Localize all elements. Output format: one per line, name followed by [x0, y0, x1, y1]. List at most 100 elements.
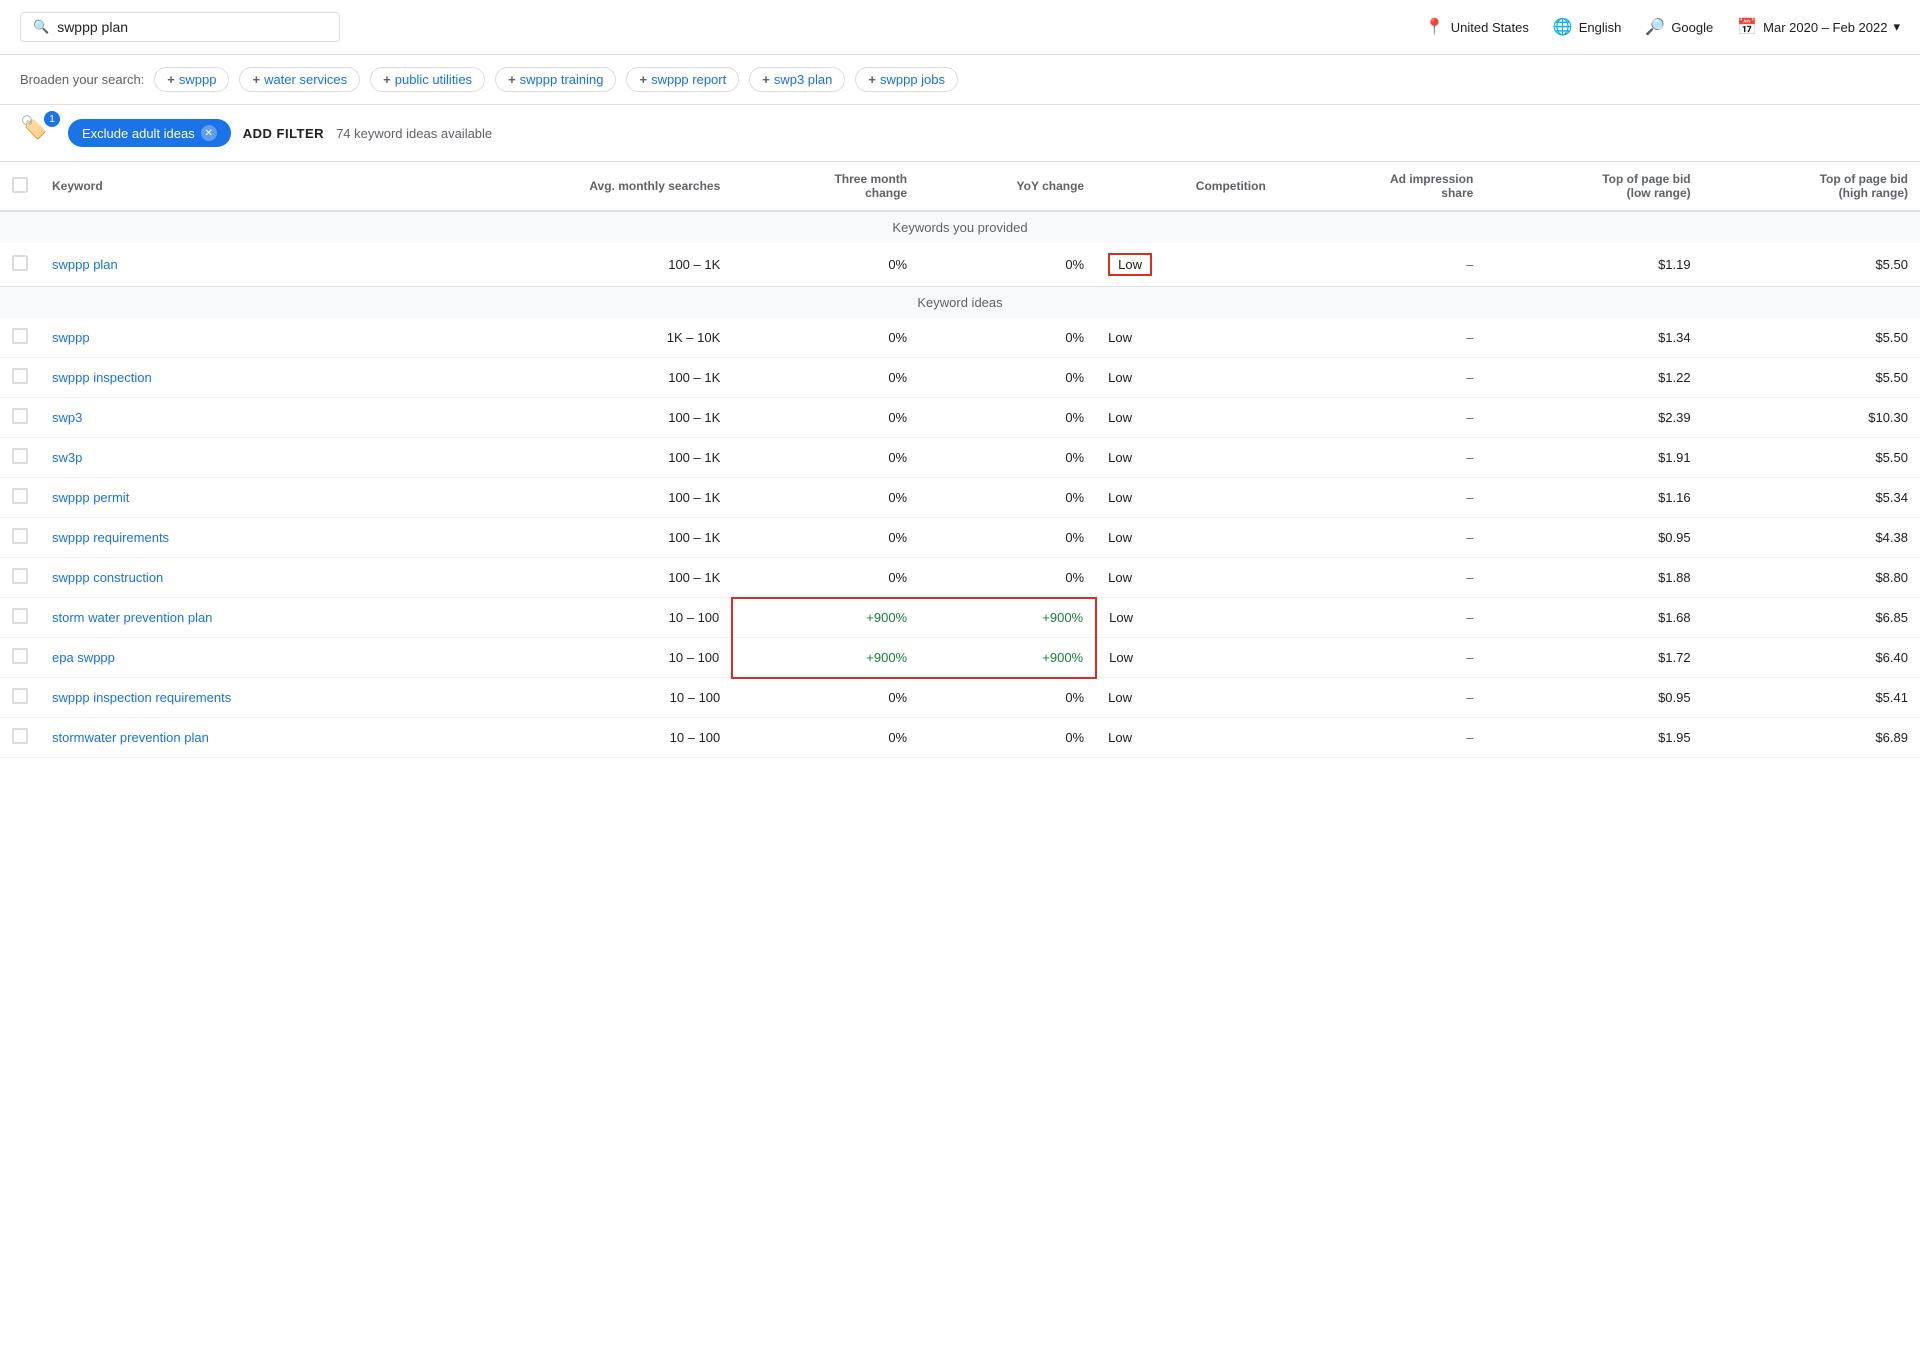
- competition-red-box: Low: [1108, 253, 1152, 276]
- keyword-cell: swppp construction: [40, 558, 433, 598]
- row-checkbox[interactable]: [12, 368, 28, 384]
- exclude-adult-button[interactable]: Exclude adult ideas ✕: [68, 119, 231, 147]
- keyword-cell: storm water prevention plan: [40, 598, 433, 638]
- keywords-table-container: Keyword Avg. monthly searches Three mont…: [0, 162, 1920, 758]
- date-range-option[interactable]: 📅 Mar 2020 – Feb 2022 ▾: [1737, 17, 1900, 37]
- row-checkbox[interactable]: [12, 328, 28, 344]
- competition-cell: Low: [1096, 638, 1278, 678]
- available-count: 74 keyword ideas available: [336, 126, 492, 141]
- search-box[interactable]: 🔍: [20, 12, 340, 42]
- avg-monthly-cell: 10 – 100: [433, 678, 732, 718]
- engine-option[interactable]: 🔎 Google: [1645, 17, 1713, 37]
- date-range-label: Mar 2020 – Feb 2022: [1763, 20, 1887, 35]
- filter-icon-wrap: 🏷️ 1: [20, 115, 56, 151]
- yoy-cell: 0%: [919, 518, 1096, 558]
- competition-cell: Low: [1096, 478, 1278, 518]
- location-icon: 📍: [1425, 17, 1445, 37]
- ad-share-cell: –: [1278, 558, 1486, 598]
- ad-share-cell: –: [1278, 358, 1486, 398]
- row-checkbox[interactable]: [12, 728, 28, 744]
- broaden-chip-swppp-training[interactable]: + swppp training: [495, 67, 616, 92]
- row-checkbox[interactable]: [12, 528, 28, 544]
- row-checkbox-cell: [0, 398, 40, 438]
- keyword-cell: stormwater prevention plan: [40, 718, 433, 758]
- row-checkbox[interactable]: [12, 448, 28, 464]
- table-section-header: Keyword ideas: [0, 287, 1920, 319]
- location-option[interactable]: 📍 United States: [1425, 17, 1529, 37]
- header-checkbox[interactable]: [12, 177, 28, 193]
- avg-monthly-cell: 100 – 1K: [433, 358, 732, 398]
- bid-low-cell: $1.34: [1485, 318, 1702, 358]
- table-row: swppp inspection100 – 1K0%0%Low–$1.22$5.…: [0, 358, 1920, 398]
- competition-cell: Low: [1096, 243, 1278, 287]
- yoy-cell: 0%: [919, 398, 1096, 438]
- keyword-cell: swppp inspection: [40, 358, 433, 398]
- yoy-cell: +900%: [919, 598, 1096, 638]
- bid-high-cell: $6.40: [1703, 638, 1920, 678]
- calendar-icon: 📅: [1737, 17, 1757, 37]
- header-bid-low: Top of page bid(low range): [1485, 162, 1702, 211]
- ad-share-cell: –: [1278, 678, 1486, 718]
- table-row: sw3p100 – 1K0%0%Low–$1.91$5.50: [0, 438, 1920, 478]
- broaden-chip-swppp-jobs[interactable]: + swppp jobs: [855, 67, 958, 92]
- table-row: swppp requirements100 – 1K0%0%Low–$0.95$…: [0, 518, 1920, 558]
- header-bid-high: Top of page bid(high range): [1703, 162, 1920, 211]
- three-month-cell: 0%: [732, 558, 919, 598]
- yoy-cell: 0%: [919, 438, 1096, 478]
- chip-label: water services: [264, 72, 347, 87]
- yoy-cell: 0%: [919, 478, 1096, 518]
- competition-cell: Low: [1096, 398, 1278, 438]
- avg-monthly-cell: 10 – 100: [433, 718, 732, 758]
- yoy-cell: 0%: [919, 318, 1096, 358]
- exclude-adult-label: Exclude adult ideas: [82, 126, 195, 141]
- bid-low-cell: $1.88: [1485, 558, 1702, 598]
- row-checkbox[interactable]: [12, 688, 28, 704]
- header-competition: Competition: [1096, 162, 1278, 211]
- row-checkbox[interactable]: [12, 648, 28, 664]
- three-month-cell: 0%: [732, 478, 919, 518]
- chip-label: public utilities: [395, 72, 472, 87]
- three-month-cell: +900%: [732, 598, 919, 638]
- three-month-cell: 0%: [732, 678, 919, 718]
- keyword-cell: swppp plan: [40, 243, 433, 287]
- broaden-chip-swp3-plan[interactable]: + swp3 plan: [749, 67, 845, 92]
- add-filter-button[interactable]: ADD FILTER: [243, 126, 324, 141]
- avg-monthly-cell: 100 – 1K: [433, 398, 732, 438]
- avg-monthly-cell: 100 – 1K: [433, 518, 732, 558]
- competition-cell: Low: [1096, 438, 1278, 478]
- filter-bar: 🏷️ 1 Exclude adult ideas ✕ ADD FILTER 74…: [0, 105, 1920, 162]
- exclude-close-icon[interactable]: ✕: [201, 125, 217, 141]
- bid-low-cell: $0.95: [1485, 518, 1702, 558]
- header-yoy: YoY change: [919, 162, 1096, 211]
- language-option[interactable]: 🌐 English: [1553, 17, 1622, 37]
- chip-label: swppp training: [520, 72, 604, 87]
- row-checkbox[interactable]: [12, 255, 28, 271]
- three-month-cell: 0%: [732, 318, 919, 358]
- ad-share-cell: –: [1278, 318, 1486, 358]
- chip-label: swppp report: [651, 72, 726, 87]
- bid-low-cell: $1.22: [1485, 358, 1702, 398]
- broaden-chip-water-services[interactable]: + water services: [239, 67, 360, 92]
- broaden-chip-swppp-report[interactable]: + swppp report: [626, 67, 739, 92]
- table-row: stormwater prevention plan10 – 1000%0%Lo…: [0, 718, 1920, 758]
- broaden-chip-public-utilities[interactable]: + public utilities: [370, 67, 485, 92]
- keyword-cell: swppp requirements: [40, 518, 433, 558]
- plus-icon: +: [762, 72, 770, 87]
- row-checkbox[interactable]: [12, 408, 28, 424]
- competition-cell: Low: [1096, 558, 1278, 598]
- row-checkbox[interactable]: [12, 488, 28, 504]
- header-avg-monthly: Avg. monthly searches: [433, 162, 732, 211]
- language-icon: 🌐: [1553, 17, 1573, 37]
- row-checkbox[interactable]: [12, 608, 28, 624]
- keyword-cell: swppp permit: [40, 478, 433, 518]
- broaden-chip-swppp[interactable]: + swppp: [154, 67, 229, 92]
- table-header-row: Keyword Avg. monthly searches Three mont…: [0, 162, 1920, 211]
- chevron-down-icon: ▾: [1893, 19, 1900, 35]
- keywords-table: Keyword Avg. monthly searches Three mont…: [0, 162, 1920, 758]
- keyword-cell: sw3p: [40, 438, 433, 478]
- table-row: swppp permit100 – 1K0%0%Low–$1.16$5.34: [0, 478, 1920, 518]
- bid-high-cell: $5.41: [1703, 678, 1920, 718]
- search-input[interactable]: [57, 19, 327, 35]
- row-checkbox[interactable]: [12, 568, 28, 584]
- ad-share-cell: –: [1278, 638, 1486, 678]
